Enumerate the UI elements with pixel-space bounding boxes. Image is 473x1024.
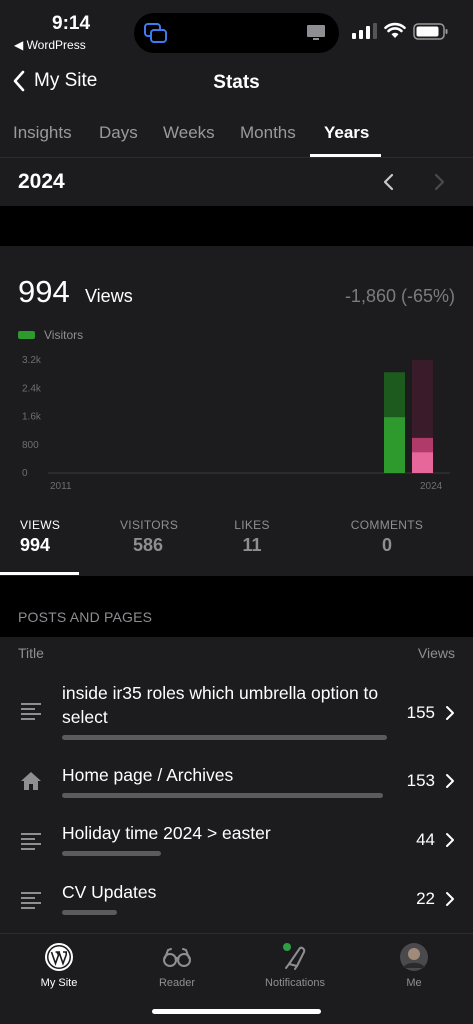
x-tick-label: 2024 — [420, 481, 443, 492]
views-proportion-bar — [62, 793, 383, 798]
tile-views[interactable]: VIEWS 994 — [20, 518, 60, 576]
views-proportion-bar — [62, 851, 161, 856]
monitor-icon — [307, 25, 325, 40]
tab-label: Reader — [158, 977, 196, 989]
views-change: -1,860 (-65%) — [344, 286, 455, 306]
battery-icon — [413, 23, 448, 40]
back-to-app-link[interactable]: ◀ WordPress — [14, 38, 86, 52]
views-count: 994 — [18, 274, 70, 309]
tab-years[interactable]: Years — [324, 123, 369, 143]
house-icon — [21, 772, 41, 790]
legend-swatch — [18, 331, 35, 339]
tile-value: 586 — [132, 535, 164, 555]
tile-value: 11 — [242, 535, 262, 555]
post-views: 22 — [416, 889, 435, 908]
post-title: Holiday time 2024 > easter — [62, 823, 271, 843]
chart-legend: Visitors — [18, 328, 83, 342]
wordpress-icon — [45, 943, 73, 971]
tab-reader[interactable]: Reader — [118, 942, 236, 989]
status-time: 9:14 — [52, 13, 91, 34]
chevron-right-icon — [446, 774, 454, 788]
section-heading: POSTS AND PAGES — [18, 609, 153, 625]
tile-likes[interactable]: LIKES 11 — [233, 518, 271, 576]
glasses-icon — [163, 948, 191, 967]
tile-visitors[interactable]: VISITORS 586 — [120, 518, 179, 576]
post-views: 44 — [416, 830, 435, 849]
tile-label: COMMENTS — [350, 518, 424, 532]
post-row[interactable]: Home page / Archives 153 — [0, 763, 473, 803]
views-proportion-bar — [62, 910, 117, 915]
section-spacer — [0, 576, 473, 598]
bell-icon — [283, 943, 306, 970]
tab-weeks[interactable]: Weeks — [163, 123, 215, 143]
chevron-right-icon — [446, 892, 454, 906]
tab-label: Me — [406, 977, 422, 989]
previous-period-chevron-icon[interactable] — [380, 172, 398, 192]
tile-comments[interactable]: COMMENTS 0 — [350, 518, 424, 576]
screen-mirror-icon — [144, 23, 167, 43]
active-tab-indicator — [310, 154, 381, 157]
y-tick-label: 2.4k — [22, 383, 42, 394]
dynamic-island — [134, 13, 339, 53]
tile-label: VIEWS — [20, 518, 61, 532]
post-views: 155 — [406, 703, 435, 722]
y-tick-label: 0 — [22, 468, 28, 479]
period-selector: 2024 — [0, 158, 473, 206]
status-bar: 9:14 ◀ WordPress — [0, 0, 473, 60]
legend-label: Visitors — [44, 328, 84, 342]
tile-value: 994 — [20, 535, 51, 555]
y-tick-label: 800 — [22, 440, 39, 451]
navigation-bar: My Site Stats — [0, 60, 473, 108]
post-title: CV Updates — [62, 882, 157, 902]
post-lines-icon — [21, 892, 41, 909]
period-tabs: Insights Days Weeks Months Years — [0, 108, 473, 158]
posts-and-pages-card: Title Views inside ir35 roles which umbr… — [0, 637, 473, 933]
tab-notifications[interactable]: Notifications — [236, 942, 354, 989]
chevron-right-icon — [446, 706, 454, 720]
chart-bar-visitors[interactable] — [384, 417, 405, 473]
post-row[interactable]: inside ir35 roles which umbrella option … — [0, 681, 473, 745]
tile-label: VISITORS — [120, 518, 179, 532]
stats-tiles: VIEWS 994 VISITORS 586 LIKES 11 COMMENTS… — [0, 518, 473, 576]
post-lines-icon — [21, 833, 41, 850]
back-button-label: My Site — [34, 70, 98, 91]
home-indicator — [152, 1009, 321, 1014]
tile-label: LIKES — [234, 518, 270, 532]
tab-insights[interactable]: Insights — [13, 123, 72, 143]
chevron-left-icon — [13, 70, 25, 92]
post-views: 153 — [406, 771, 435, 790]
section-spacer — [0, 206, 473, 246]
post-row[interactable]: CV Updates 22 — [0, 880, 473, 920]
avatar-icon — [400, 943, 428, 971]
chart-bar-visitors[interactable] — [412, 452, 433, 473]
views-bar-chart[interactable]: 3.2k 2.4k 1.6k 800 0 2011 2024 — [0, 342, 473, 492]
column-header-title: Title — [18, 645, 44, 661]
tab-label: My Site — [40, 977, 78, 989]
period-label: 2024 — [18, 170, 65, 193]
post-title: Home page / Archives — [62, 765, 234, 785]
tab-days[interactable]: Days — [99, 123, 138, 143]
y-tick-label: 3.2k — [22, 355, 42, 366]
active-tile-indicator — [0, 572, 79, 575]
post-lines-icon — [21, 703, 41, 720]
tab-me[interactable]: Me — [355, 942, 473, 989]
tab-label: Notifications — [265, 977, 325, 989]
next-period-chevron-icon[interactable] — [430, 172, 448, 192]
views-label: Views — [85, 286, 133, 306]
tab-my-site[interactable]: My Site — [0, 942, 118, 989]
post-title: inside ir35 roles which umbrella option … — [62, 683, 379, 727]
tile-value: 0 — [381, 535, 392, 555]
x-tick-label: 2011 — [50, 481, 72, 492]
post-row[interactable]: Holiday time 2024 > easter 44 — [0, 821, 473, 861]
column-header-views: Views — [417, 645, 455, 661]
y-tick-label: 1.6k — [22, 412, 42, 423]
notification-badge — [283, 943, 291, 951]
cellular-signal-icon — [352, 23, 377, 39]
back-button[interactable]: My Site — [12, 70, 97, 92]
views-proportion-bar — [62, 735, 387, 740]
tab-months[interactable]: Months — [240, 123, 296, 143]
chevron-right-icon — [446, 833, 454, 847]
wifi-icon — [384, 22, 406, 38]
